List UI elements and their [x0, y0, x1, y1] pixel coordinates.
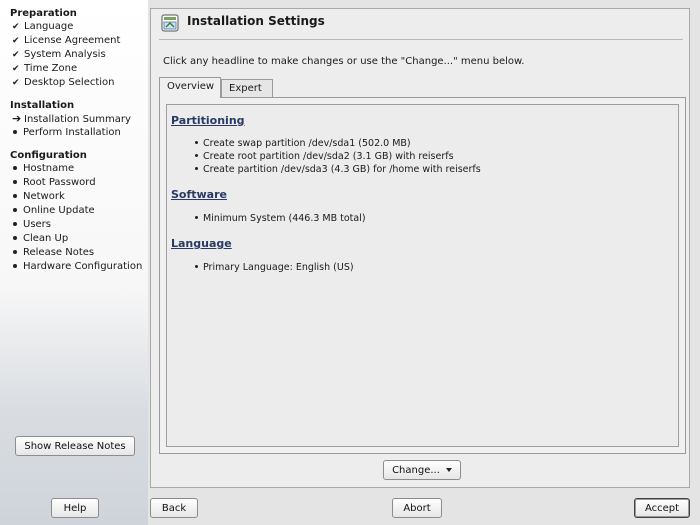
- show-release-notes-button[interactable]: Show Release Notes: [15, 436, 135, 456]
- step-language: ✔ Language: [12, 21, 74, 32]
- headline-software[interactable]: Software: [171, 188, 227, 201]
- chevron-down-icon: [445, 468, 452, 472]
- check-icon: ✔: [12, 22, 20, 32]
- tab-frame: Partitioning Create swap partition /dev/…: [159, 97, 686, 454]
- step-desktop-selection: ✔ Desktop Selection: [12, 77, 115, 88]
- help-button[interactable]: Help: [51, 498, 99, 518]
- list-item: Create root partition /dev/sda2 (3.1 GB)…: [195, 151, 454, 162]
- section-title-preparation: Preparation: [10, 8, 77, 19]
- list-item: Create swap partition /dev/sda1 (502.0 M…: [195, 138, 411, 149]
- bullet-icon: [13, 129, 17, 134]
- bullet-icon: [195, 141, 198, 144]
- instruction-text: Click any headline to make changes or us…: [163, 56, 525, 67]
- page-title: Installation Settings: [187, 14, 325, 28]
- step-hardware-configuration: Hardware Configuration: [12, 260, 142, 274]
- list-item: Minimum System (446.3 MB total): [195, 213, 366, 224]
- tab-expert[interactable]: Expert: [221, 79, 273, 97]
- step-online-update: Online Update: [12, 204, 95, 218]
- check-icon: ✔: [12, 64, 20, 74]
- step-license-agreement: ✔ License Agreement: [12, 35, 121, 46]
- bullet-icon: [195, 154, 198, 157]
- back-button[interactable]: Back: [150, 498, 198, 518]
- abort-button[interactable]: Abort: [392, 498, 442, 518]
- settings-window-icon: [161, 14, 179, 32]
- arrow-right-icon: ➔: [12, 112, 22, 125]
- check-icon: ✔: [12, 78, 20, 88]
- step-installation-summary: ➔ Installation Summary: [12, 112, 131, 125]
- step-root-password: Root Password: [12, 176, 96, 190]
- change-menu-button[interactable]: Change...: [383, 460, 461, 480]
- step-perform-installation: Perform Installation: [12, 126, 121, 140]
- bullet-icon: [13, 263, 17, 268]
- bullet-icon: [195, 216, 198, 219]
- bullet-icon: [13, 221, 17, 226]
- section-title-configuration: Configuration: [10, 150, 87, 161]
- step-users: Users: [12, 218, 51, 232]
- summary-content: Partitioning Create swap partition /dev/…: [166, 104, 679, 447]
- bullet-icon: [13, 165, 17, 170]
- step-time-zone: ✔ Time Zone: [12, 63, 78, 74]
- step-clean-up: Clean Up: [12, 232, 68, 246]
- tab-overview[interactable]: Overview: [159, 77, 221, 98]
- check-icon: ✔: [12, 36, 20, 46]
- change-button-label: Change...: [392, 464, 440, 476]
- bullet-icon: [13, 193, 17, 198]
- bullet-icon: [13, 235, 17, 240]
- list-item: Create partition /dev/sda3 (4.3 GB) for …: [195, 164, 481, 175]
- bullet-icon: [13, 249, 17, 254]
- headline-language[interactable]: Language: [171, 237, 232, 250]
- step-hostname: Hostname: [12, 162, 74, 176]
- headline-partitioning[interactable]: Partitioning: [171, 114, 245, 127]
- bullet-icon: [13, 179, 17, 184]
- step-system-analysis: ✔ System Analysis: [12, 49, 106, 60]
- step-release-notes: Release Notes: [12, 246, 94, 260]
- header-divider: [159, 39, 683, 40]
- installation-settings-panel: Installation Settings Click any headline…: [150, 8, 690, 488]
- check-icon: ✔: [12, 50, 20, 60]
- bullet-icon: [195, 167, 198, 170]
- list-item: Primary Language: English (US): [195, 262, 354, 273]
- section-title-installation: Installation: [10, 100, 75, 111]
- bullet-icon: [13, 207, 17, 212]
- step-network: Network: [12, 190, 65, 204]
- accept-button[interactable]: Accept: [634, 498, 690, 518]
- sidebar: Preparation ✔ Language ✔ License Agreement…: [0, 0, 148, 525]
- bullet-icon: [195, 265, 198, 268]
